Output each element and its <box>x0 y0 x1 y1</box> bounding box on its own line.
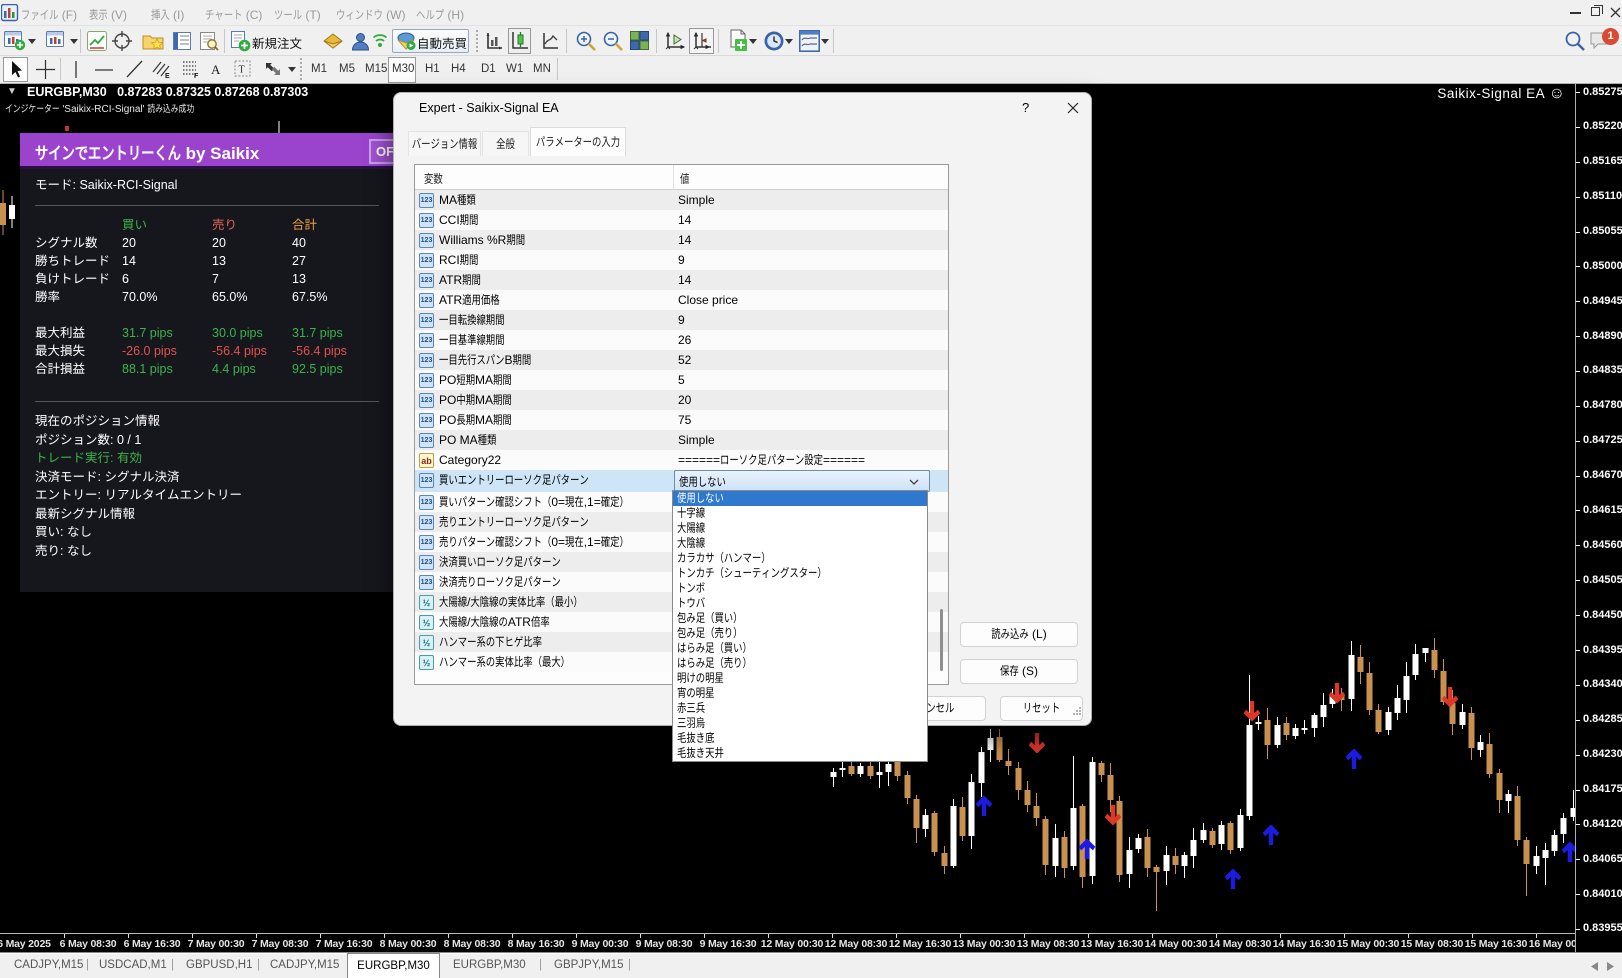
svg-text:T: T <box>239 65 245 76</box>
svg-text:E: E <box>165 73 170 79</box>
svg-text:F: F <box>194 73 199 79</box>
